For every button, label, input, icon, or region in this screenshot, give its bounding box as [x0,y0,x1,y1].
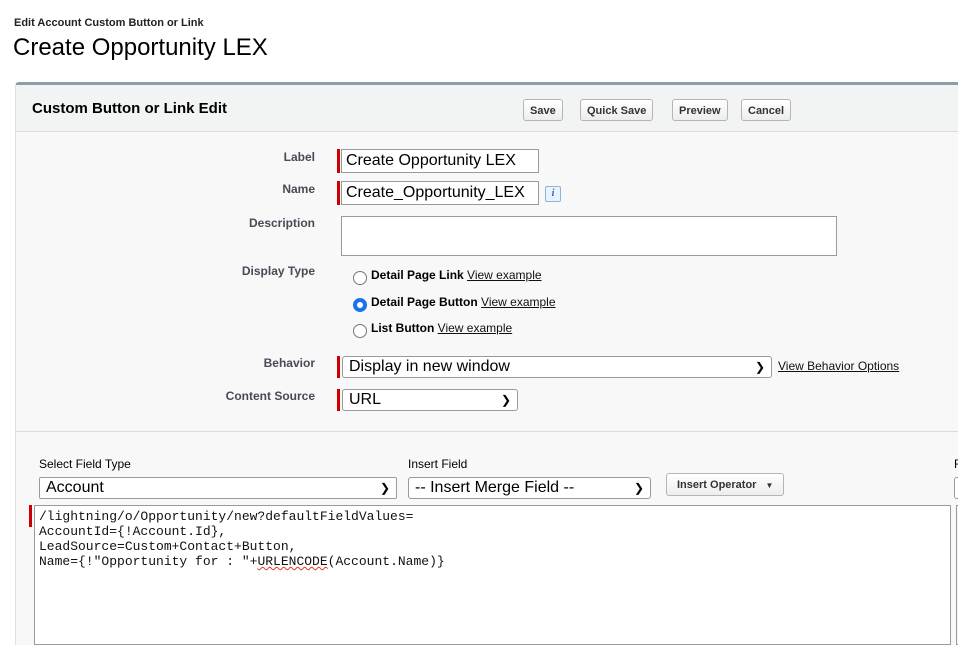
edit-panel: Custom Button or Link Edit Save Quick Sa… [15,82,958,645]
quick-save-button[interactable]: Quick Save [580,99,654,121]
content-source-value: URL [349,391,382,408]
name-field-label: Name [282,182,315,196]
required-marker [29,505,32,527]
insert-field-label: Insert Field [408,457,468,471]
page-title: Create Opportunity LEX [13,34,268,61]
chevron-down-icon: ❯ [633,481,644,495]
code-line-suffix: (Account.Name)} [327,554,445,569]
required-marker [337,389,340,411]
insert-merge-field-select[interactable]: -- Insert Merge Field -- ❯ [408,477,651,499]
code-line: /lightning/o/Opportunity/new?defaultFiel… [39,509,414,524]
view-example-link[interactable]: View example [467,268,541,282]
select-field-type-select[interactable]: Account ❯ [39,477,397,499]
spellcheck-flagged-word: URLENCODE [257,554,328,569]
panel-title: Custom Button or Link Edit [32,100,227,117]
radio-label: List Button [371,321,435,335]
behavior-label: Behavior [263,356,315,370]
radio-button[interactable] [353,324,367,338]
radio-label: Detail Page Button [371,295,478,309]
behavior-select[interactable]: Display in new window ❯ [342,356,772,378]
caret-down-icon: ▼ [765,481,774,490]
save-button[interactable]: Save [523,99,563,121]
view-example-link[interactable]: View example [481,295,555,309]
insert-merge-field-value: -- Insert Merge Field -- [415,479,575,496]
code-line: AccountId={!Account.Id}, [39,524,227,539]
section-divider [16,431,958,432]
description-textarea[interactable] [341,216,837,256]
radio-button-selected[interactable] [353,298,367,312]
chevron-down-icon: ❯ [500,393,511,407]
view-example-link[interactable]: View example [438,321,512,335]
content-source-label: Content Source [225,389,315,403]
panel-header: Custom Button or Link Edit Save Quick Sa… [16,85,958,132]
radio-button[interactable] [353,271,367,285]
select-field-type-value: Account [46,479,104,496]
radio-label: Detail Page Link [371,268,464,282]
code-line-prefix: Name={!"Opportunity for : "+ [39,554,258,569]
required-marker [337,181,340,205]
insert-operator-label: Insert Operator [677,479,757,491]
clipped-select[interactable] [954,477,958,499]
description-field-label: Description [248,216,315,230]
formula-editor[interactable]: /lightning/o/Opportunity/new?defaultFiel… [34,505,951,645]
name-input[interactable]: Create_Opportunity_LEX [341,181,539,205]
behavior-value: Display in new window [349,358,510,375]
cancel-button[interactable]: Cancel [741,99,792,121]
label-input[interactable]: Create Opportunity LEX [341,149,539,173]
required-marker [337,356,340,378]
required-marker [337,149,340,173]
content-source-select[interactable]: URL ❯ [342,389,518,411]
view-behavior-options-link[interactable]: View Behavior Options [778,359,899,373]
code-line: LeadSource=Custom+Contact+Button, [39,539,297,554]
select-field-type-label: Select Field Type [39,457,131,471]
chevron-down-icon: ❯ [379,481,390,495]
chevron-down-icon: ❯ [754,360,765,374]
display-type-label: Display Type [241,264,315,278]
info-icon[interactable]: i [545,186,561,202]
preview-button[interactable]: Preview [672,99,728,121]
label-field-label: Label [283,150,315,164]
clipped-field-label: F [954,457,958,471]
insert-operator-button[interactable]: Insert Operator ▼ [666,473,785,496]
page-subtitle: Edit Account Custom Button or Link [14,17,204,29]
